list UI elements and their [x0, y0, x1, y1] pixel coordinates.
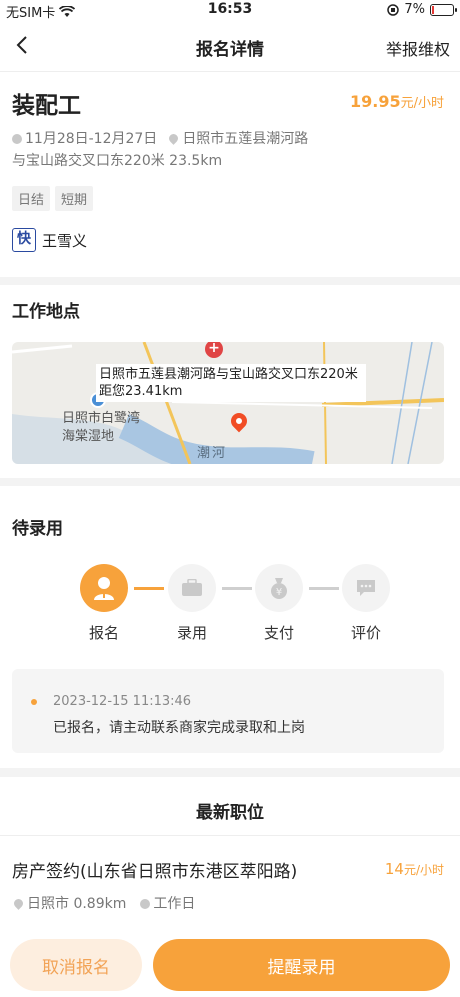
remind-hire-button[interactable]: 提醒录用: [153, 939, 450, 991]
battery-icon: [430, 3, 457, 16]
nav-bar: 报名详情 举报维权: [0, 20, 460, 72]
address-line1: 日照市五莲县潮河路: [182, 131, 309, 147]
step-connector: [134, 587, 164, 590]
latest-job-meta: 日照市 0.89km 工作日: [12, 893, 195, 913]
latest-job-price: 14元/小时: [385, 860, 444, 878]
location-map[interactable]: + 日照市五莲县潮河路与宝山路交叉口东220米 距您23.41km 日照市白鹭湾…: [12, 342, 444, 464]
step-label: 评价: [350, 624, 381, 642]
money-bag-icon: ¥: [255, 564, 303, 612]
latest-job-title: 房产签约(山东省日照市东港区萃阳路): [12, 862, 298, 882]
date-range: 11月28日-12月27日: [25, 131, 158, 147]
status-bar: 无SIM卡 16:53 7%: [0, 0, 460, 21]
job-meta: 11月28日-12月27日 日照市五莲县潮河路 与宝山路交叉口东220米 23.5…: [12, 128, 352, 172]
job-price: 19.95元/小时: [350, 92, 444, 111]
map-poi-label: 日照市白鹭湾海棠湿地: [62, 411, 141, 444]
step-review: 评价: [342, 564, 390, 643]
section-title-location: 工作地点: [12, 302, 80, 322]
clock-icon: [140, 899, 151, 909]
note-message: 已报名，请主动联系商家完成录取和上岗: [53, 720, 305, 736]
step-hire: 录用: [168, 564, 216, 643]
person-icon: [80, 564, 128, 612]
divider: [0, 835, 460, 836]
latest-job-location: 日照市 0.89km: [27, 896, 127, 912]
tag-short-term: 短期: [55, 186, 94, 211]
latest-job-type: 工作日: [153, 896, 196, 912]
price-unit: 元/小时: [400, 96, 444, 111]
location-pin-icon: [167, 132, 181, 145]
employer-logo-icon: 快: [12, 228, 36, 252]
battery-info: 7%: [387, 2, 457, 17]
step-connector: [309, 587, 339, 590]
price-value: 19.95: [350, 92, 401, 111]
work-location-card: 工作地点 + 日照市五莲县潮河路与宝山路交叉口东220米 距您23.41km 日…: [0, 285, 460, 478]
tag-list: 日结 短期: [12, 186, 94, 211]
step-pay: ¥ 支付: [255, 564, 303, 643]
latest-jobs-card: 最新职位 房产签约(山东省日照市东港区萃阳路) 14元/小时 日照市 0.89k…: [0, 777, 460, 937]
employer-name: 王雪义: [42, 231, 88, 250]
latest-price-unit: 元/小时: [403, 863, 444, 877]
job-card: 装配工 19.95元/小时 11月28日-12月27日 日照市五莲县潮河路 与宝山…: [0, 72, 460, 277]
step-label: 支付: [263, 624, 294, 642]
job-title: 装配工: [12, 93, 81, 119]
svg-text:¥: ¥: [276, 587, 282, 598]
step-connector: [222, 587, 252, 590]
tag-daily: 日结: [12, 186, 51, 211]
report-button[interactable]: 举报维权: [386, 36, 450, 60]
address-line2: 与宝山路交叉口东220米 23.5km: [12, 153, 223, 169]
section-title-status: 待录用: [12, 519, 63, 539]
cancel-signup-button[interactable]: 取消报名: [10, 939, 142, 991]
progress-card: 待录用 报名 录用 ¥ 支付 评价 2023-12-15 11:13:46 已报…: [0, 486, 460, 768]
latest-price-value: 14: [384, 860, 404, 878]
map-address-label: 日照市五莲县潮河路与宝山路交叉口东220米 距您23.41km: [96, 364, 366, 402]
rotation-lock-icon: [387, 3, 400, 16]
step-signup: 报名: [80, 564, 128, 643]
progress-steps: 报名 录用 ¥ 支付 评价: [80, 564, 390, 642]
location-pin-icon: [12, 897, 25, 910]
step-label: 录用: [176, 624, 207, 642]
clock-icon: [12, 134, 22, 144]
battery-percent: 7%: [404, 2, 425, 17]
status-note: 2023-12-15 11:13:46 已报名，请主动联系商家完成录取和上岗: [12, 669, 444, 753]
timeline-dot-icon: [31, 699, 37, 705]
briefcase-icon: [168, 564, 216, 612]
comment-icon: [342, 564, 390, 612]
note-time: 2023-12-15 11:13:46: [53, 694, 192, 709]
map-river-label: 潮河: [197, 446, 228, 461]
employer[interactable]: 快 王雪义: [12, 228, 87, 252]
section-title-latest: 最新职位: [196, 803, 264, 823]
step-label: 报名: [88, 624, 119, 642]
bottom-action-bar: 取消报名 提醒录用: [0, 937, 460, 997]
